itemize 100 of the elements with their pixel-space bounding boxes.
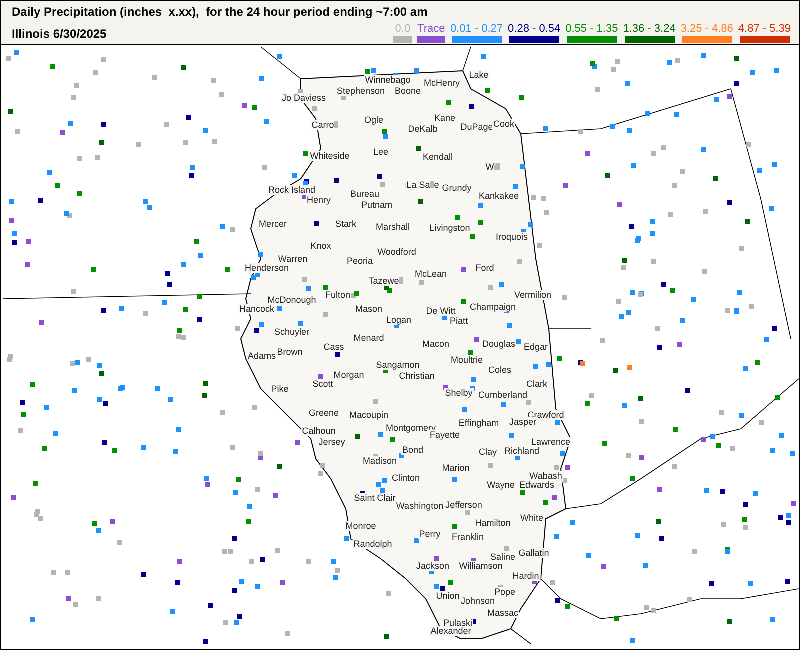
county-label: Johnson [460,596,496,606]
county-label: Cass [322,342,346,352]
county-label: Bureau [349,189,381,199]
county-label: Clinton [391,473,421,483]
county-label: Saint Clair [353,493,397,503]
county-label: Pike [270,384,290,394]
county-label: Sangamon [375,360,421,370]
county-label: Kendall [422,152,454,162]
county-label: Menard [352,333,386,343]
county-label: La Salle [406,180,440,190]
county-label: Bond [401,445,425,455]
county-label: Schuyler [274,327,310,337]
county-label: Jasper [508,417,538,427]
county-label: Coles [488,365,512,375]
legend-label: 0.0 [395,23,411,35]
county-label: Effingham [458,418,500,428]
county-label: Grundy [441,183,473,193]
county-label: Cook [492,119,516,129]
county-label: Jefferson [444,500,484,510]
county-label: Clay [478,447,498,457]
legend-label: 0.28 - 0.54 [508,23,561,35]
county-label: Putnam [360,200,394,210]
county-label: McDonough [266,295,318,305]
county-label: Lake [468,70,490,80]
county-label: Logan [385,315,413,325]
county-label: Whiteside [309,151,351,161]
county-label: McLean [414,269,448,279]
county-label: DeKalb [407,124,439,134]
county-label: Monroe [344,521,378,531]
legend-label: 4.87 - 5.39 [738,23,791,35]
county-label: Morgan [332,370,366,380]
county-label: Shelby [444,388,474,398]
county-label: Livingston [428,223,472,233]
county-label: Pope [493,587,517,597]
county-label: Macoupin [348,410,390,420]
legend-label: 0.01 - 0.27 [450,23,504,35]
county-label: Henderson [244,263,290,273]
county-label: Adams [247,351,277,361]
county-label: Will [484,162,502,172]
county-label: De Witt [425,306,457,316]
county-label: Edgar [522,342,550,352]
county-label: Cumberland [477,390,529,400]
county-label: Jo Daviess [281,93,327,103]
legend-label: Trace [418,23,446,35]
county-label: Union [435,591,461,601]
county-label: Stephenson [336,86,386,96]
county-label: Woodford [376,247,418,257]
county-label: Hardin [512,571,540,581]
county-label: Montgomery [384,423,438,433]
county-label: Piatt [449,316,469,326]
county-label: Washington [395,501,445,511]
legend-label: 1.36 - 3.24 [623,23,676,35]
county-label: Boone [394,86,422,96]
county-label: Lawrence [530,437,572,447]
county-label: Tazewell [368,276,404,286]
county-label: Kankakee [478,191,520,201]
county-label: Richland [503,446,541,456]
county-label: Rock Island [267,185,317,195]
county-label: Wabash [528,471,564,481]
county-label: Douglas [481,339,517,349]
county-label: Gallatin [518,548,550,558]
county-label: Massac [486,608,520,618]
county-label: Hamilton [474,518,512,528]
county-label: Clark [526,379,548,389]
county-label: Peoria [346,256,374,266]
county-label: Calhoun [301,426,337,436]
county-label: Edwards [518,480,556,490]
county-label: Madison [362,456,398,466]
county-label: Kane [433,113,457,123]
map-subtitle: Illinois 6/30/2025 [12,27,107,43]
county-label: Wayne [486,480,516,490]
legend-label: 3.25 - 4.86 [680,23,734,35]
county-label: Jersey [318,437,346,447]
county-label: Ford [474,263,496,273]
county-label: Franklin [451,532,485,542]
county-label: Knox [310,241,332,251]
county-label: Scott [312,379,334,389]
county-label: Warren [277,254,309,264]
county-label: Christian [398,371,436,381]
county-label: Saline [489,552,517,562]
county-label: Williamson [458,561,504,571]
map-title: Daily Precipitation (inches x.xx), for the 24 hour period ending ~7:00 am [12,5,428,21]
county-label: Ogle [364,115,384,125]
county-label: Carroll [310,120,340,130]
county-label: Henry [306,195,332,205]
county-label: Fulton [324,290,352,300]
county-label: Alexander [430,626,472,636]
county-label: Winnebago [364,75,412,85]
legend-label: 0.55 - 1.35 [566,23,618,35]
county-label: DuPage [460,122,494,132]
county-label: Stark [334,219,358,229]
county-label: Hancock [238,304,276,314]
county-label: McHenry [423,78,461,88]
county-label: Mason [354,304,384,314]
county-label: Marion [441,463,471,473]
county-label: Perry [418,529,442,539]
county-label: White [520,513,544,523]
county-label: Vermilion [514,290,552,300]
county-label: Fayette [429,430,461,440]
county-label: Champaign [468,302,518,312]
